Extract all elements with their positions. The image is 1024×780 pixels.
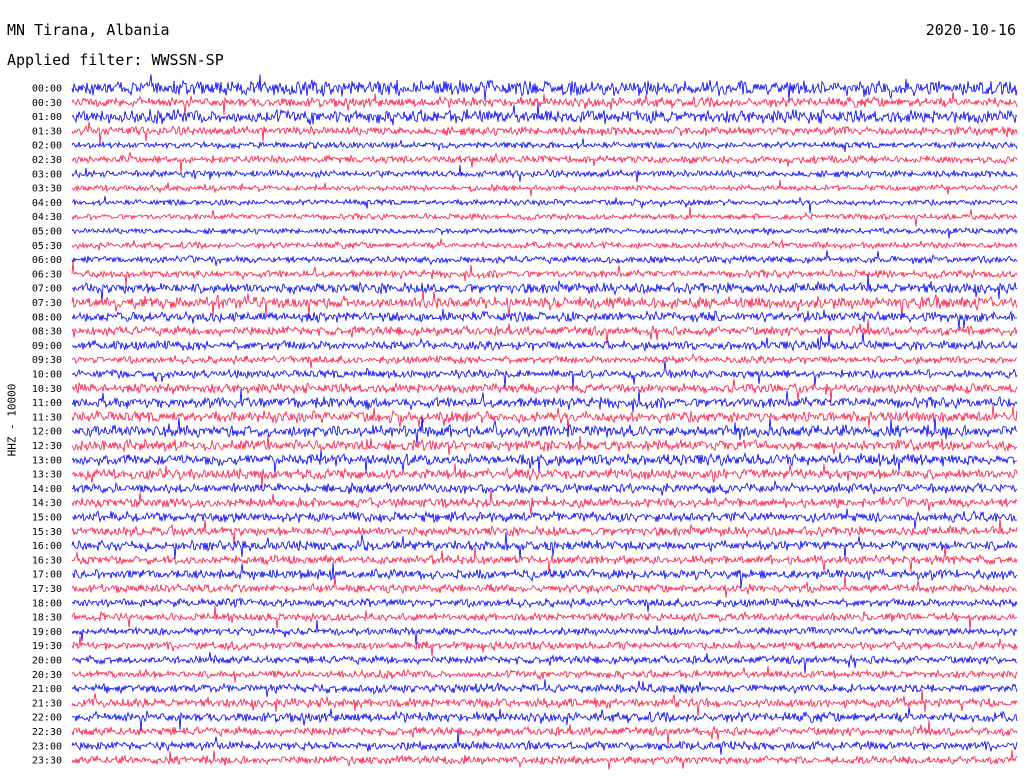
trace-line (71, 508, 1018, 529)
trace-line (71, 250, 1018, 267)
trace-line (71, 434, 1018, 456)
trace-line (71, 226, 1018, 239)
tick-label-time: 23:00 (32, 741, 62, 752)
tick-label-time: 07:30 (32, 298, 62, 309)
tick-label-time: 09:30 (32, 355, 62, 366)
trace-line (71, 651, 1018, 674)
trace-line (71, 360, 1018, 388)
trace-line (71, 449, 1018, 474)
tick-label-time: 15:30 (32, 527, 62, 538)
trace-line (71, 531, 1018, 560)
tick-label-time: 19:00 (32, 627, 62, 638)
tick-label-time: 11:00 (32, 398, 62, 409)
tick-label-time: 16:00 (32, 541, 62, 552)
trace-line (71, 308, 1018, 329)
trace-line (71, 353, 1018, 369)
tick-label-time: 21:30 (32, 698, 62, 709)
tick-label-time: 22:00 (32, 713, 62, 724)
trace-line (71, 138, 1018, 153)
tick-label-time: 06:00 (32, 255, 62, 266)
tick-label-time: 12:30 (32, 441, 62, 452)
helicorder-plot: 00:00 00:30 01:00 01:30 02:00 02:30 03:00 03:30… (32, 74, 1018, 770)
trace-line (71, 517, 1018, 545)
trace-line (71, 207, 1018, 227)
tick-label-time: 00:30 (32, 98, 62, 109)
tick-label-time: 03:00 (32, 169, 62, 180)
tick-label-time: 04:30 (32, 212, 62, 223)
trace-line (71, 720, 1018, 746)
tick-label-time: 18:30 (32, 613, 62, 624)
tick-label-time: 02:00 (32, 141, 62, 152)
tick-label-time: 10:00 (32, 370, 62, 381)
tick-label-time: 22:30 (32, 727, 62, 738)
tick-label-time: 07:00 (32, 284, 62, 295)
tick-label-time: 01:30 (32, 126, 62, 137)
trace-line (71, 291, 1018, 317)
trace-line (71, 378, 1018, 402)
trace-line (71, 274, 1018, 302)
trace-line (71, 636, 1018, 657)
trace-line (71, 179, 1018, 197)
tick-label-time: 17:30 (32, 584, 62, 595)
trace-line (71, 164, 1018, 183)
tick-label-time: 08:00 (32, 312, 62, 323)
trace-line (71, 706, 1018, 731)
tick-label-time: 14:30 (32, 498, 62, 509)
trace-line (71, 619, 1018, 645)
trace-line (71, 665, 1018, 683)
tick-label-time: 15:00 (32, 513, 62, 524)
trace-line (71, 489, 1018, 515)
tick-label-time: 00:00 (32, 84, 62, 95)
trace-line (71, 574, 1018, 598)
trace-line (71, 605, 1018, 630)
trace-line (71, 238, 1018, 251)
tick-label-time: 09:00 (32, 341, 62, 352)
trace-line (71, 596, 1018, 613)
tick-label-time: 18:00 (32, 598, 62, 609)
trace-line (71, 562, 1018, 588)
tick-label-time: 21:00 (32, 684, 62, 695)
tick-label-time: 11:30 (32, 412, 62, 423)
trace-line (71, 121, 1018, 144)
tick-label-time: 03:30 (32, 184, 62, 195)
tick-label-time: 20:00 (32, 656, 62, 667)
tick-label-time: 16:30 (32, 555, 62, 566)
trace-line (71, 417, 1018, 445)
trace-line (71, 679, 1018, 698)
trace-line (71, 546, 1018, 574)
tick-label-time: 20:30 (32, 670, 62, 681)
tick-label-time: 05:30 (32, 241, 62, 252)
tick-label-time: 17:00 (32, 570, 62, 581)
tick-label-time: 14:00 (32, 484, 62, 495)
tick-label-time: 13:00 (32, 455, 62, 466)
tick-label-time: 06:30 (32, 269, 62, 280)
tick-label-time: 01:00 (32, 112, 62, 123)
tick-label-time: 13:30 (32, 470, 62, 481)
trace-line (71, 152, 1018, 173)
tick-label-time: 23:30 (32, 756, 62, 767)
trace-line (71, 463, 1018, 488)
tick-label-time: 02:30 (32, 155, 62, 166)
tick-label-time: 08:30 (32, 327, 62, 338)
tick-label-time: 04:00 (32, 198, 62, 209)
tick-label-time: 19:30 (32, 641, 62, 652)
trace-line (71, 689, 1018, 717)
trace-line (71, 318, 1018, 345)
trace-line (71, 480, 1018, 496)
tick-label-time: 05:00 (32, 227, 62, 238)
trace-line (71, 102, 1018, 126)
tick-label-time: 10:30 (32, 384, 62, 395)
trace-line (71, 196, 1018, 214)
trace-line (71, 750, 1018, 770)
trace-line (71, 261, 1018, 286)
tick-label-time: 12:00 (32, 427, 62, 438)
